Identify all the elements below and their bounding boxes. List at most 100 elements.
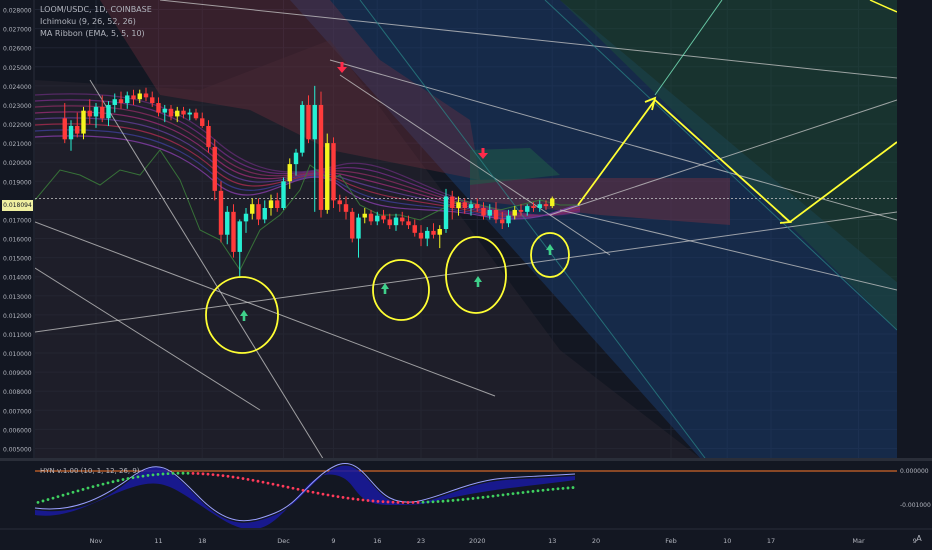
oscillator-dot <box>151 473 155 477</box>
time-tick-label: Dec <box>277 537 290 545</box>
up-arrow-shaft <box>476 282 480 287</box>
pane-separator <box>0 458 932 461</box>
time-tick-label: 11 <box>154 537 162 545</box>
time-axis-bg <box>0 528 932 550</box>
candle-body <box>112 99 117 105</box>
candle-body <box>518 209 524 212</box>
oscillator-dot <box>351 497 355 501</box>
price-tick-label: 0.027000 <box>3 27 32 34</box>
oscillator-dot <box>366 499 370 502</box>
candle-body <box>150 97 155 104</box>
candle-body <box>131 95 136 100</box>
indicator-ichimoku-label[interactable]: Ichimoku (9, 26, 52, 26) <box>40 16 152 28</box>
candle-body <box>218 190 224 235</box>
oscillator-dot <box>411 501 415 504</box>
oscillator-dot <box>446 499 450 503</box>
price-tick-label: 0.020000 <box>3 160 32 167</box>
candle <box>231 204 236 258</box>
oscillator-dot <box>466 497 470 501</box>
candle-body <box>381 215 386 220</box>
oscillator-dot <box>571 486 575 489</box>
oscillator-legend[interactable]: HYN v.1.00 (10, 1, 12, 26, 9) <box>40 467 140 475</box>
candle-body <box>68 125 74 140</box>
oscillator-dot <box>491 494 495 498</box>
oscillator-dot <box>41 499 45 503</box>
price-tick-label: 0.028000 <box>3 8 32 15</box>
oscillator-dot <box>386 500 390 504</box>
oscillator-dot <box>376 499 380 503</box>
candle-body <box>81 110 86 134</box>
candle-body <box>125 95 130 104</box>
candle-body <box>175 110 180 117</box>
candle-body <box>62 118 67 140</box>
price-tick-label: 0.025000 <box>3 65 32 72</box>
oscillator-dot <box>221 474 225 478</box>
price-tick-label: 0.016000 <box>3 237 32 244</box>
oscillator-dot <box>346 496 350 500</box>
candle-body <box>406 221 411 226</box>
candle-body <box>318 104 324 210</box>
price-tick-label: 0.024000 <box>3 84 32 91</box>
price-tick-label: 0.022000 <box>3 122 32 129</box>
oscillator-dot <box>201 472 205 476</box>
candle <box>318 91 324 218</box>
candle-body <box>375 215 380 222</box>
candle-body <box>250 204 255 214</box>
indicator-ma-ribbon-label[interactable]: MA Ribbon (EMA, 5, 5, 10) <box>40 28 152 40</box>
candle-body <box>512 209 517 216</box>
candle-body <box>418 232 424 239</box>
oscillator-dot <box>116 479 120 482</box>
candle-body <box>281 181 286 209</box>
axis-settings-icon[interactable]: A <box>912 534 926 546</box>
price-axis: 0.028000 0.027000 0.026000 0.025000 0.024000… <box>0 0 35 458</box>
candle-body <box>331 143 336 201</box>
candle-body <box>400 217 405 222</box>
candle-body <box>337 200 342 205</box>
candle-body <box>187 112 192 115</box>
oscillator-dot <box>561 486 565 490</box>
price-tick-label: 0.006000 <box>3 427 32 434</box>
oscillator-dot <box>126 477 130 480</box>
oscillator-dot <box>426 500 430 504</box>
candle-body <box>506 215 511 224</box>
oscillator-dot <box>301 488 305 492</box>
time-tick-label: 13 <box>548 537 556 545</box>
oscillator-dot <box>106 481 110 485</box>
time-axis: Nov 11 18 Dec 9 16 23 2020 13 20 Feb 10 17 Mar 9 <box>0 528 932 550</box>
price-tick-label: 0.017000 <box>3 217 32 224</box>
oscillator-dot <box>131 476 135 480</box>
oscillator-dot <box>136 475 140 479</box>
oscillator-dot <box>46 498 50 501</box>
candle-body <box>243 213 249 222</box>
oscillator-dot <box>381 500 385 504</box>
candle-body <box>212 146 217 191</box>
oscillator-tick-label: -0.001000 <box>900 502 931 509</box>
candle-body <box>100 106 105 119</box>
oscillator-dot <box>61 493 65 497</box>
oscillator-dot <box>81 488 85 491</box>
oscillator-dot <box>546 488 550 492</box>
oscillator-dot <box>286 485 290 489</box>
oscillator-dot <box>96 483 100 487</box>
oscillator-dot <box>356 498 360 501</box>
oscillator-dot <box>556 487 560 491</box>
oscillator-dot <box>496 494 500 497</box>
candle-body <box>206 125 211 147</box>
oscillator-dot <box>531 489 535 493</box>
price-tick-label: 0.021000 <box>3 141 32 148</box>
oscillator-dot <box>281 484 285 488</box>
oscillator-dot <box>501 493 505 497</box>
candle-body <box>231 211 236 252</box>
symbol-title[interactable]: LOOM/USDC, 1D, COINBASE <box>40 4 152 16</box>
time-tick-label: Feb <box>665 537 677 545</box>
candle-body <box>412 225 417 233</box>
current-price-label: 0.018094 <box>2 200 33 211</box>
candle-body <box>475 204 480 209</box>
candle-body <box>168 108 174 117</box>
oscillator-dot <box>441 499 445 503</box>
candle-body <box>500 219 505 224</box>
oscillator-dot <box>406 501 410 504</box>
candle-body <box>262 208 267 220</box>
oscillator-dot <box>506 492 510 496</box>
oscillator-dot <box>431 500 435 504</box>
